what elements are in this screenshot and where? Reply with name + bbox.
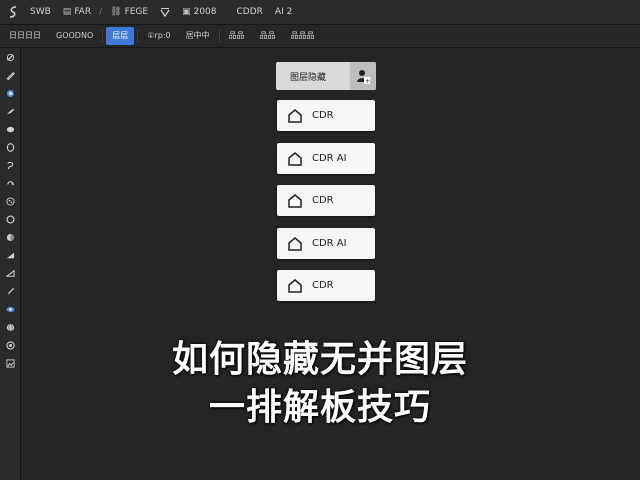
layer-row-label: CDR AI	[312, 153, 347, 164]
layer-row-label: CDR	[312, 195, 334, 206]
caption-line-2: 一排解板技巧	[208, 387, 431, 428]
ellipse-icon[interactable]	[0, 138, 20, 156]
layer-row[interactable]: CDR	[277, 270, 375, 301]
eye-icon[interactable]	[0, 300, 20, 318]
toolbar-separator	[137, 29, 139, 43]
layer-row[interactable]: CDR AI	[277, 228, 375, 259]
toolbar-button-8[interactable]: 品品品	[285, 27, 321, 45]
layer-row[interactable]: CDR	[277, 185, 375, 216]
house-icon	[288, 278, 302, 293]
menu-item-far[interactable]: ▤ FAR	[57, 7, 97, 17]
toolbar-button-6[interactable]: 品品	[223, 27, 251, 45]
svg-text:+: +	[365, 78, 370, 84]
toolbar-button-5[interactable]: 居中中	[180, 27, 216, 45]
eraser-icon[interactable]	[0, 120, 20, 138]
house-icon	[288, 193, 302, 208]
rotate-icon[interactable]	[0, 174, 20, 192]
layers-panel-header[interactable]: 图层隐藏 +	[276, 62, 376, 90]
toolbar-separator	[102, 29, 104, 43]
house-icon	[288, 236, 302, 251]
toolbar-button-4[interactable]: ①rp:0	[141, 27, 176, 45]
caption-line-1: 如何隐藏无并图层	[171, 339, 468, 380]
layer-row-label: CDR	[312, 110, 334, 121]
lasso-icon[interactable]	[0, 156, 20, 174]
toolbar-button-7[interactable]: 品品	[254, 27, 282, 45]
v-icon[interactable]	[154, 7, 176, 17]
toolbar-button-1[interactable]: 日日日日	[3, 27, 47, 45]
layer-row-label: CDR	[312, 280, 334, 291]
menu-separator: /	[99, 7, 103, 17]
pattern-icon[interactable]	[0, 192, 20, 210]
brush-icon[interactable]	[0, 102, 20, 120]
menu-item-fege[interactable]: ⛓ FEGE	[104, 7, 154, 17]
globe-icon[interactable]	[0, 318, 20, 336]
menu-bar: SWB ▤ FAR / ⛓ FEGE ▣ 2008 CDDR AI 2	[0, 0, 640, 25]
toolbar-separator	[218, 29, 220, 43]
house-icon	[288, 108, 302, 123]
toolbar-button-layers[interactable]: 层层	[106, 27, 135, 45]
house-icon	[288, 151, 302, 166]
pen-icon[interactable]	[0, 48, 20, 66]
toolbar: 日日日日 GOODNO 层层 ①rp:0 居中中 品品 品品 品品品	[0, 25, 640, 48]
toolbar-button-2[interactable]: GOODNO	[50, 27, 99, 45]
doc-icon: ▤	[62, 7, 72, 17]
menu-item-swb[interactable]: SWB	[24, 7, 57, 17]
frame-icon: ▣	[182, 7, 191, 17]
layer-row[interactable]: CDR AI	[277, 143, 375, 174]
layer-row[interactable]: CDR	[277, 100, 375, 131]
app-logo-icon[interactable]	[2, 0, 24, 24]
menu-item-ai[interactable]: AI 2	[269, 7, 298, 17]
pencil-icon[interactable]	[0, 282, 20, 300]
gradient-icon[interactable]	[0, 246, 20, 264]
fill-icon[interactable]	[0, 228, 20, 246]
link-icon: ⛓	[110, 7, 122, 17]
user-add-icon[interactable]: +	[350, 62, 376, 90]
knife-icon[interactable]	[0, 66, 20, 84]
menu-item-cddr[interactable]: CDDR	[231, 7, 269, 17]
color-dot-icon[interactable]	[0, 84, 20, 102]
layer-row-label: CDR AI	[312, 238, 347, 249]
menu-item-2008[interactable]: ▣ 2008	[176, 7, 222, 17]
layers-header-label: 图层隐藏	[290, 72, 327, 83]
triangle-icon[interactable]	[0, 264, 20, 282]
circle-icon[interactable]	[0, 210, 20, 228]
